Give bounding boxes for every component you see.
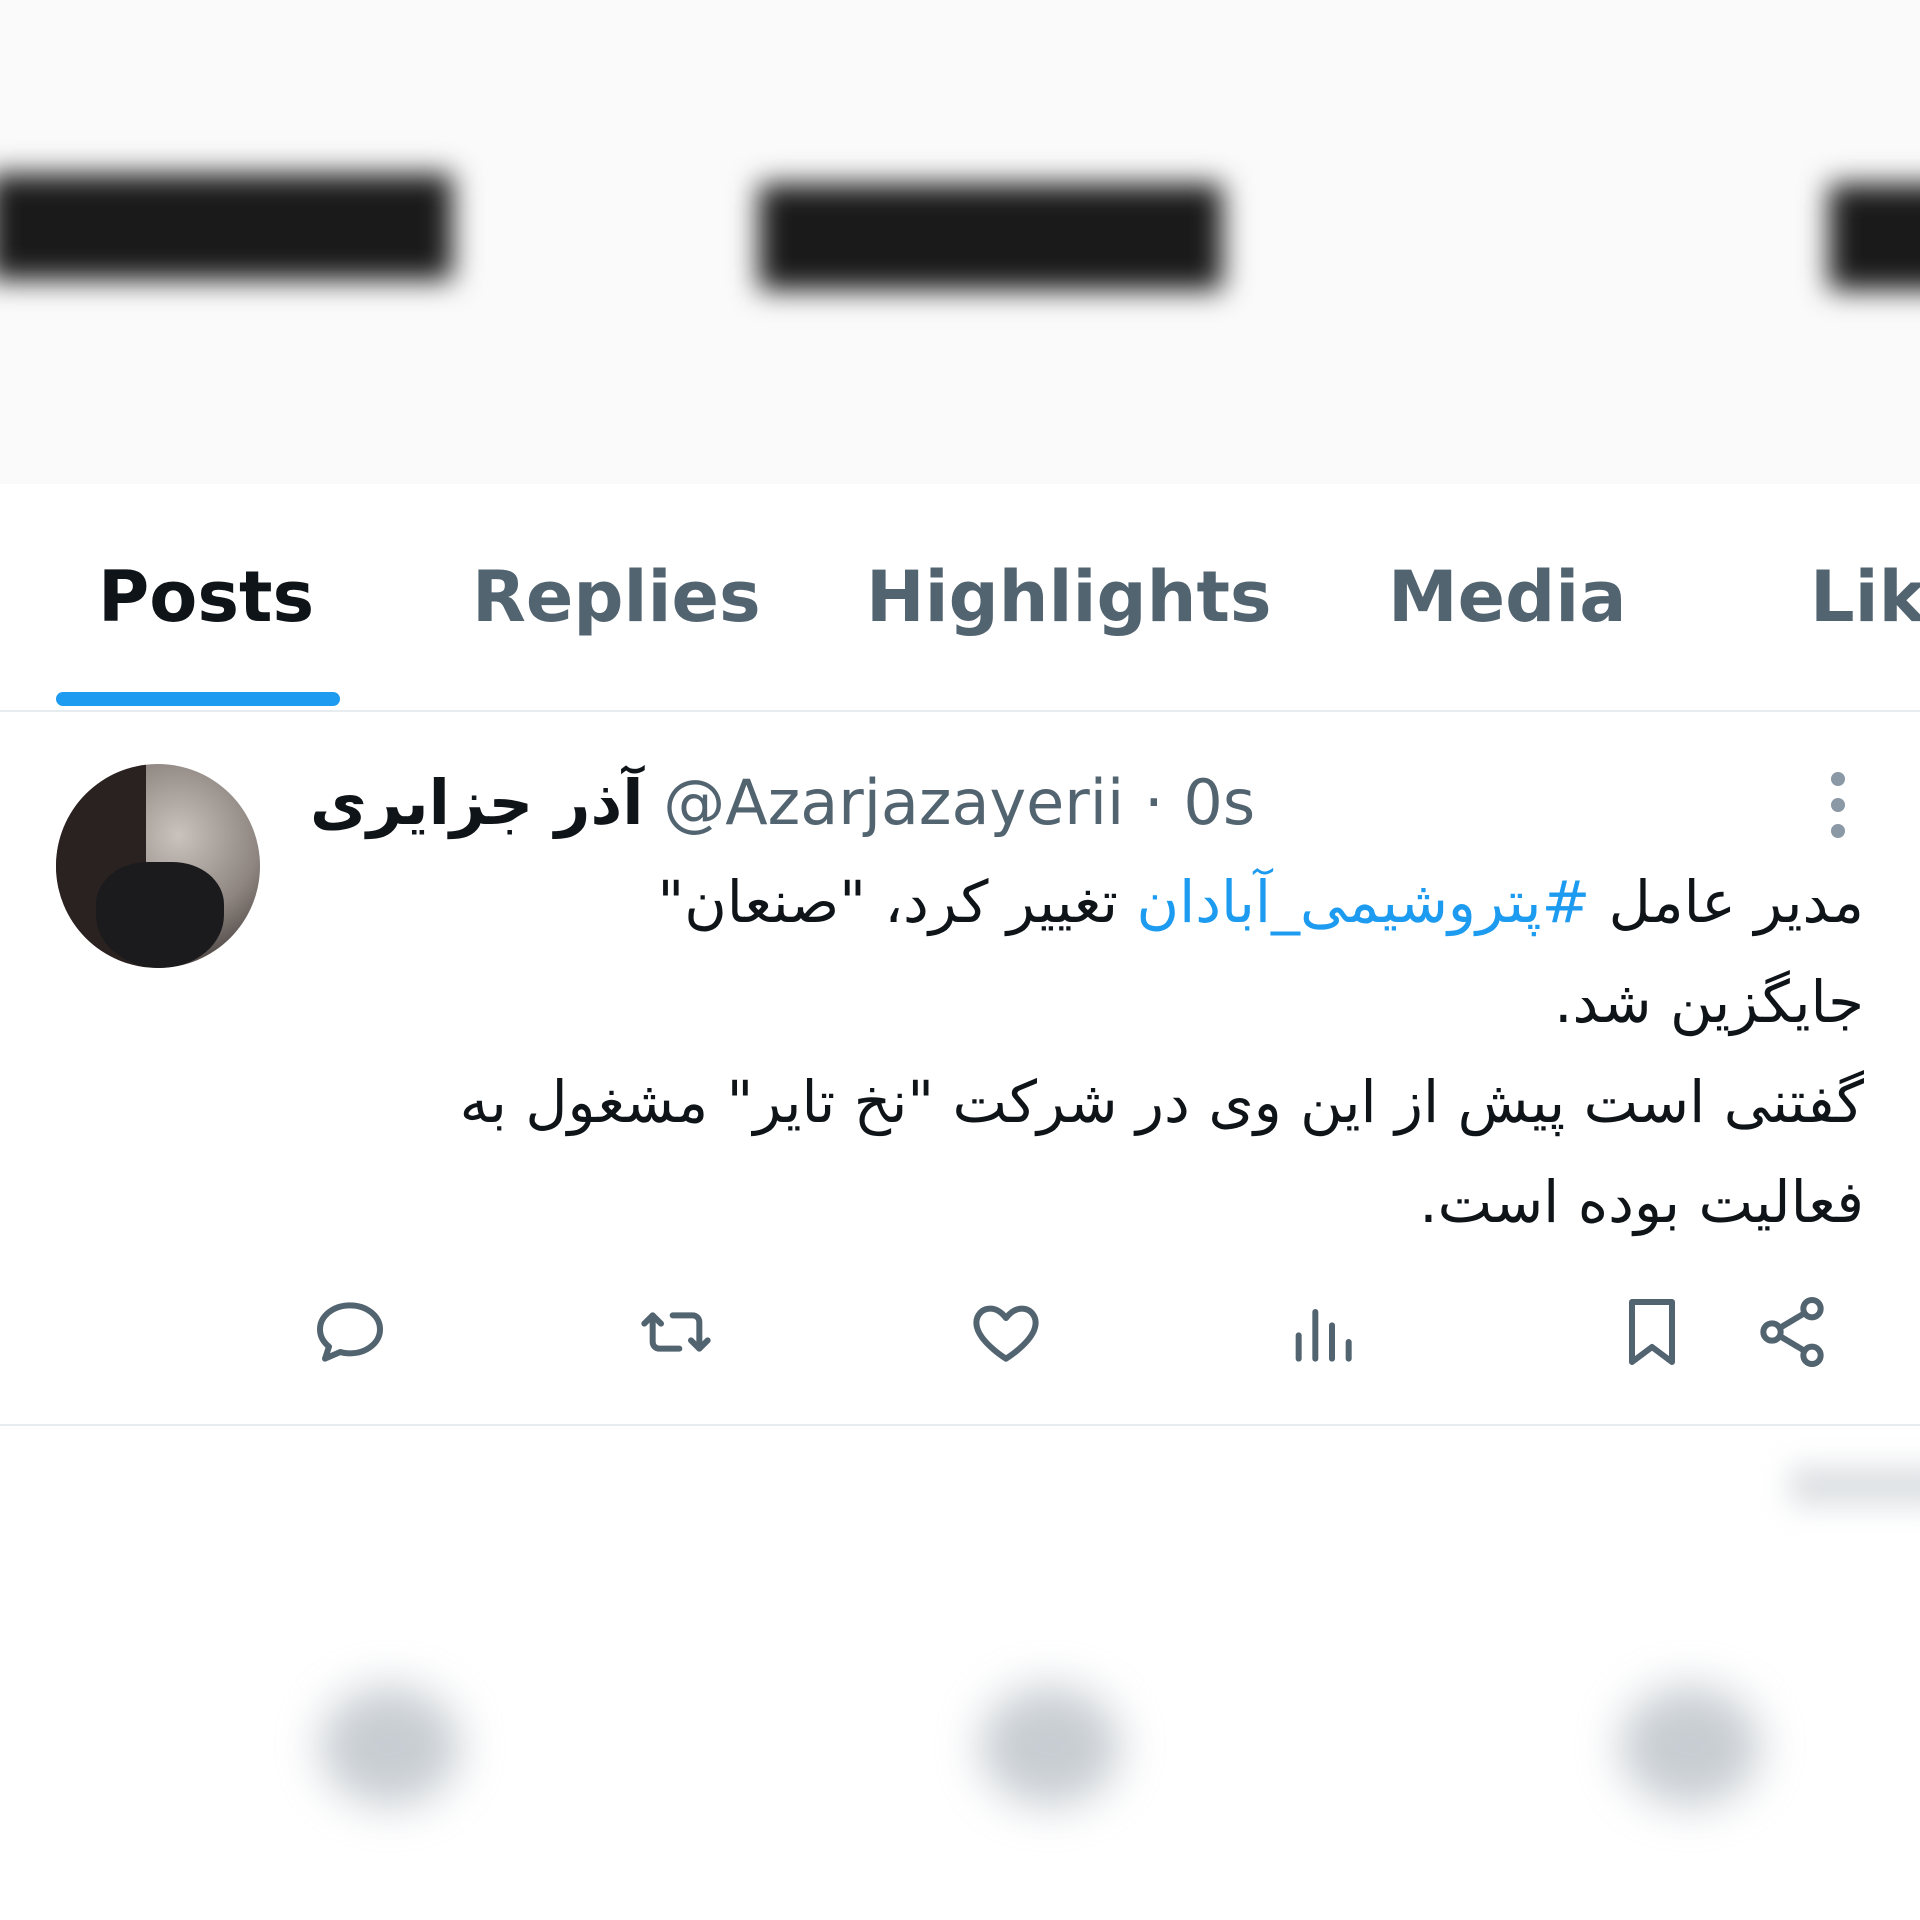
post-text-line-1: مدیر عامل #پتروشیمی_آبادان تغییر کرد، "ص… (330, 852, 1864, 952)
blurred-icon (320, 1686, 460, 1806)
post-time[interactable]: 0s (1183, 766, 1255, 839)
post-text-line-3: گفتنی است پیش از این وی در شرکت "نخ تایر… (459, 1068, 1864, 1136)
tab-media[interactable]: Media (1388, 556, 1626, 638)
active-tab-indicator (56, 692, 340, 706)
post[interactable]: آذر جزایری @Azarjazayerii · 0s مدیر عامل… (0, 712, 1920, 1426)
display-name[interactable]: آذر جزایری (310, 766, 644, 839)
blurred-profile-header: ▆▆▆▆▆ ▆▆▆▆▆ ▆▆ (0, 0, 1920, 484)
post-text-segment: مدیر عامل (1590, 868, 1864, 936)
repost-icon[interactable] (636, 1292, 716, 1372)
user-handle[interactable]: @Azarjazayerii (663, 766, 1124, 839)
avatar-mask-shape (96, 862, 224, 968)
blurred-next-post (0, 1426, 1920, 1920)
tab-likes[interactable]: Lik (1810, 556, 1920, 638)
bookmark-icon[interactable] (1612, 1292, 1692, 1372)
heart-icon[interactable] (966, 1292, 1046, 1372)
blurred-divider (1790, 1466, 1920, 1506)
blurred-icon (980, 1686, 1120, 1806)
tab-posts[interactable]: Posts (98, 556, 314, 638)
reply-icon[interactable] (310, 1292, 390, 1372)
separator-dot: · (1143, 766, 1164, 839)
post-text-line-4: فعالیت بوده است. (1419, 1168, 1864, 1236)
more-vertical-icon[interactable] (1826, 772, 1850, 844)
post-text-segment: تغییر کرد، "صنعان" (657, 868, 1137, 936)
post-text-line-2: جایگزین شد. (1554, 968, 1864, 1036)
blurred-stat: ▆▆▆▆▆ (0, 140, 452, 279)
profile-tabs: Posts Replies Highlights Media Lik (0, 484, 1920, 712)
tab-replies[interactable]: Replies (472, 556, 761, 638)
post-text: مدیر عامل #پتروشیمی_آبادان تغییر کرد، "ص… (330, 852, 1864, 1252)
hashtag-link[interactable]: #پتروشیمی_آبادان (1136, 868, 1590, 936)
blurred-stat: ▆▆▆▆▆ (760, 150, 1222, 289)
views-icon[interactable] (1282, 1292, 1362, 1372)
tab-highlights[interactable]: Highlights (866, 556, 1272, 638)
post-header: آذر جزایری @Azarjazayerii · 0s (310, 766, 1840, 862)
avatar[interactable] (56, 764, 260, 968)
blurred-stat: ▆▆ (1830, 150, 1920, 289)
post-actions (0, 1292, 1920, 1382)
share-icon[interactable] (1752, 1292, 1832, 1372)
blurred-icon (1620, 1686, 1760, 1806)
